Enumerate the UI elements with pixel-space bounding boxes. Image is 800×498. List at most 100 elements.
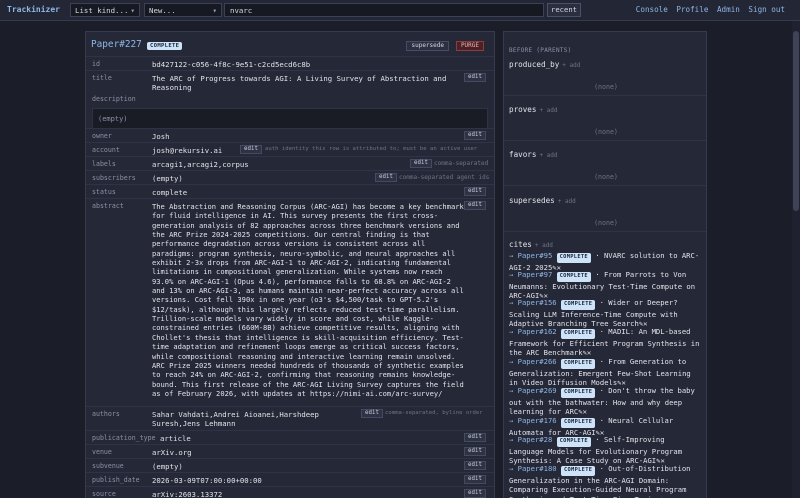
add-relation-link[interactable]: + add [535, 242, 553, 249]
paper-title[interactable]: Paper#227 [91, 39, 142, 50]
add-relation-link[interactable]: + add [539, 152, 557, 159]
cite-item: → Paper#180 COMPLETE · Out-of-Distributi… [509, 464, 703, 498]
cite-item: → Paper#156 COMPLETE · Wider or Deeper? … [509, 298, 703, 329]
description-value: (empty) [98, 115, 128, 123]
field-value: Josh [152, 132, 170, 141]
status-badge: COMPLETE [556, 253, 591, 263]
field-label: title [92, 74, 112, 82]
cite-link[interactable]: → Paper#176 [509, 416, 557, 425]
edit-button[interactable]: edit [361, 409, 383, 418]
add-relation-link[interactable]: + add [539, 107, 557, 114]
relation-label: cites [509, 240, 532, 249]
edit-button[interactable]: edit [464, 489, 486, 498]
field-value: Sahar Vahdati,Andrei Aioanei,Harshdeep S… [152, 410, 319, 429]
edit-button[interactable]: edit [464, 73, 486, 82]
field-abstract: abstract The Abstraction and Reasoning C… [86, 198, 494, 406]
page-scrollbar[interactable] [792, 21, 800, 498]
paper-card: Paper#227 COMPLETE supersede PURGE id bd… [85, 31, 495, 498]
relation-supersedes: supersedes + add [509, 196, 576, 205]
edit-button[interactable]: edit [410, 159, 432, 168]
edit-button[interactable]: edit [464, 131, 486, 140]
description-box[interactable]: (empty) [92, 108, 488, 129]
status-badge: COMPLETE [560, 466, 596, 476]
field-value: josh@rekursiv.ai [152, 146, 223, 155]
field-label: owner [92, 132, 112, 140]
supersede-button[interactable]: supersede [406, 41, 449, 51]
status-badge: COMPLETE [560, 300, 596, 310]
field-account: account josh@rekursiv.ai edit auth ident… [86, 142, 494, 156]
field-label: id [92, 60, 100, 68]
divider [504, 185, 706, 186]
add-relation-link[interactable]: + add [562, 62, 580, 69]
nav-console[interactable]: Console [636, 5, 668, 14]
field-value: 2026-03-09T07:00:00+00:00 [152, 476, 262, 485]
scrollbar-thumb[interactable] [793, 31, 799, 211]
field-label: publish_date [92, 476, 140, 484]
status-badge: COMPLETE [147, 42, 183, 50]
field-hint: comma-separated, byline order [385, 410, 483, 416]
field-value: arcagi1,arcagi2,corpus [152, 160, 249, 169]
status-badge: COMPLETE [560, 329, 596, 339]
cite-link[interactable]: → Paper#28 [509, 435, 552, 444]
app-brand[interactable]: Trackinizer [7, 5, 60, 14]
search-input[interactable]: nvarc [224, 3, 544, 17]
nav-admin[interactable]: Admin [717, 5, 740, 14]
cite-link[interactable]: → Paper#180 [509, 464, 557, 473]
cite-link[interactable]: → Paper#156 [509, 298, 557, 307]
field-label: authors [92, 410, 120, 418]
new-kind-value: New... [149, 6, 176, 15]
relation-empty: (none) [594, 219, 618, 227]
relations-heading: BEFORE (PARENTS) [509, 47, 572, 54]
field-label: subscribers [92, 174, 136, 182]
field-status: status complete edit [86, 184, 494, 198]
relation-cites: cites + add [509, 240, 553, 249]
source-link[interactable]: arXiv:2603.13372 [152, 490, 222, 498]
field-subvenue: subvenue (empty) edit [86, 458, 494, 472]
field-label: venue [92, 448, 112, 456]
field-value: article [160, 434, 191, 443]
relation-proves: proves + add [509, 105, 558, 114]
new-kind-select[interactable]: New... ▾ [144, 3, 222, 17]
status-badge: COMPLETE [556, 437, 591, 447]
edit-button[interactable]: edit [464, 433, 486, 442]
edit-button[interactable]: edit [464, 461, 486, 470]
cite-link[interactable]: → Paper#162 [509, 327, 557, 336]
field-publish-date: publish_date 2026-03-09T07:00:00+00:00 e… [86, 472, 494, 486]
edit-button[interactable]: edit [375, 173, 397, 182]
cite-link[interactable]: → Paper#97 [509, 270, 552, 279]
status-badge: COMPLETE [556, 272, 591, 282]
chevron-down-icon: ▾ [212, 6, 217, 15]
relation-label: produced_by [509, 60, 560, 69]
field-owner: owner Josh edit [86, 128, 494, 142]
field-value: The ARC of Progress towards AGI: A Livin… [152, 74, 447, 93]
nav-sign-out[interactable]: Sign out [748, 5, 785, 14]
divider [504, 231, 706, 232]
edit-button[interactable]: edit [464, 447, 486, 456]
nav-profile[interactable]: Profile [676, 5, 708, 14]
edit-button[interactable]: edit [464, 475, 486, 484]
edit-button[interactable]: edit [464, 187, 486, 196]
field-label: abstract [92, 202, 124, 210]
field-description: description [86, 92, 494, 106]
field-source: source arXiv:2603.13372 edit [86, 486, 494, 498]
purge-button[interactable]: PURGE [455, 41, 484, 51]
field-value: The Abstraction and Reasoning Corpus (AR… [152, 202, 464, 398]
cite-link[interactable]: → Paper#95 [509, 251, 552, 260]
cite-link[interactable]: → Paper#266 [509, 357, 557, 366]
top-bar: Trackinizer List kind... ▾ New... ▾ nvar… [0, 0, 800, 21]
edit-button[interactable]: edit [464, 201, 486, 210]
field-label: status [92, 188, 116, 196]
field-hint: auth identity this row is attributed to;… [265, 146, 478, 152]
list-kind-select[interactable]: List kind... ▾ [70, 3, 140, 17]
relation-empty: (none) [594, 173, 618, 181]
relation-empty: (none) [594, 83, 618, 91]
field-hint: comma-separated [434, 160, 489, 167]
relation-empty: (none) [594, 128, 618, 136]
status-badge: COMPLETE [560, 359, 596, 369]
recent-button[interactable]: recent [547, 3, 581, 17]
divider [504, 140, 706, 141]
cite-link[interactable]: → Paper#269 [509, 386, 557, 395]
cite-item: → Paper#162 COMPLETE · MADIL: An MDL-bas… [509, 327, 703, 358]
edit-button[interactable]: edit [240, 145, 262, 154]
add-relation-link[interactable]: + add [558, 198, 576, 205]
